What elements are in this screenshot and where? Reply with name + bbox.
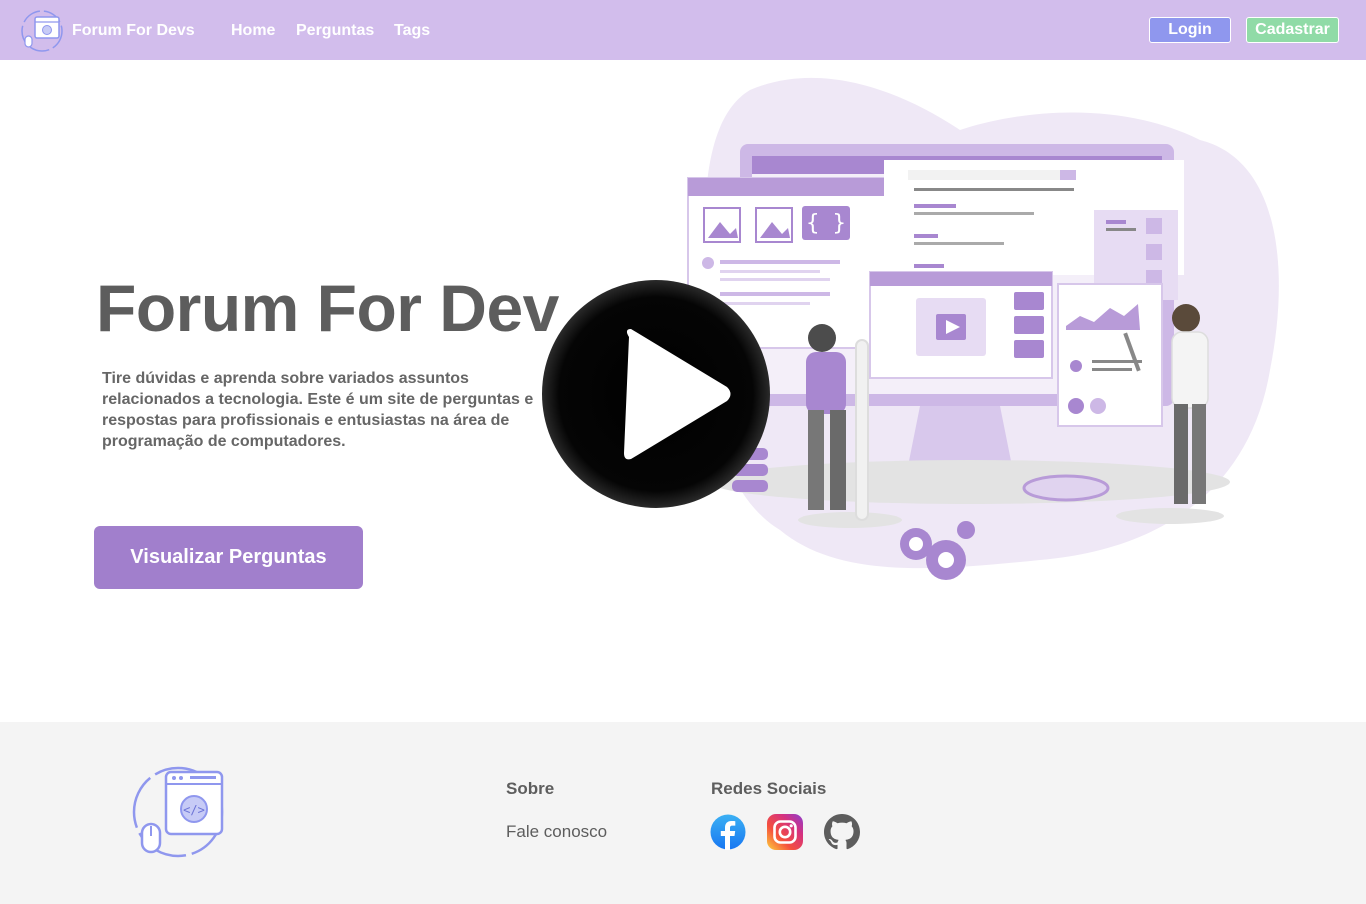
- cadastrar-button[interactable]: Cadastrar: [1246, 17, 1339, 43]
- hero-description: Tire dúvidas e aprenda sobre variados as…: [102, 370, 534, 450]
- footer-redes-heading: Redes Sociais: [711, 779, 827, 798]
- footer: </> Sobre Fale conosco Redes Sociais: [0, 722, 1366, 904]
- hero-title: Forum For Dev: [96, 271, 559, 345]
- footer-logo-icon[interactable]: </>: [130, 764, 230, 862]
- visualizar-perguntas-button[interactable]: Visualizar Perguntas: [94, 526, 363, 589]
- instagram-icon[interactable]: [767, 814, 803, 850]
- brand-logo-icon[interactable]: [20, 10, 64, 52]
- brand-name[interactable]: Forum For Devs: [72, 22, 195, 40]
- fale-conosco-link[interactable]: Fale conosco: [506, 822, 607, 842]
- facebook-icon[interactable]: [710, 814, 746, 850]
- nav-link-home[interactable]: Home: [231, 22, 275, 40]
- login-button[interactable]: Login: [1149, 17, 1231, 43]
- navbar: Forum For Devs Home Perguntas Tags Login…: [0, 0, 1366, 60]
- github-icon[interactable]: [824, 814, 860, 850]
- nav-link-perguntas[interactable]: Perguntas: [296, 22, 374, 40]
- svg-text:{ }: { }: [806, 211, 846, 236]
- play-icon[interactable]: [541, 279, 771, 509]
- footer-sobre-heading: Sobre: [506, 779, 555, 798]
- nav-link-tags[interactable]: Tags: [394, 22, 430, 40]
- svg-text:</>: </>: [183, 803, 205, 817]
